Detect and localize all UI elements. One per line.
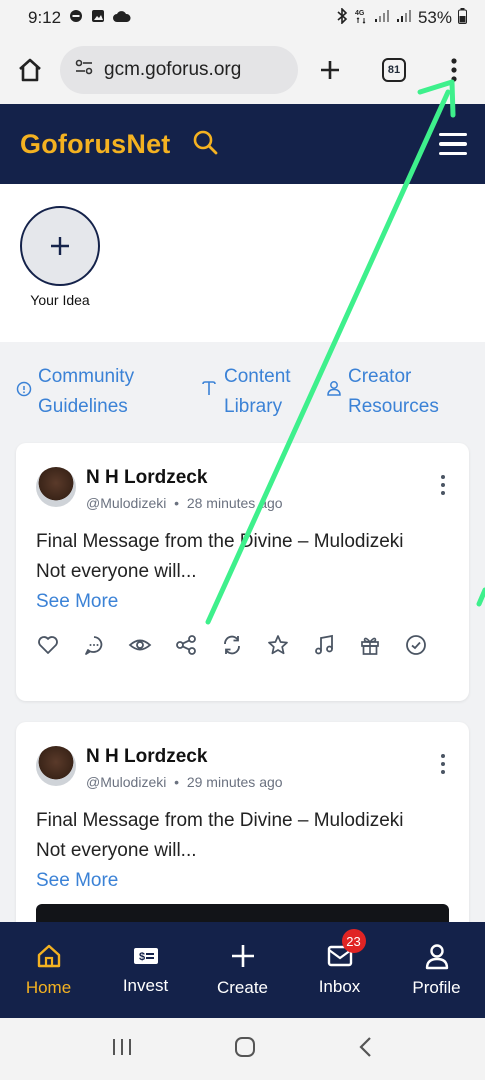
browser-menu-icon[interactable] bbox=[450, 57, 458, 83]
user-icon bbox=[326, 377, 342, 407]
site-header: GoforusNet bbox=[0, 104, 485, 184]
post-handle[interactable]: @Mulodizeki bbox=[86, 774, 166, 790]
tabs-button[interactable]: 81 bbox=[382, 58, 406, 82]
see-more-link[interactable]: See More bbox=[36, 587, 118, 617]
nav-inbox-label: Inbox bbox=[318, 977, 361, 996]
status-time: 9:12 bbox=[28, 8, 62, 27]
check-circle-icon[interactable] bbox=[404, 633, 428, 657]
lte-icon: 4G bbox=[354, 8, 368, 29]
info-icon bbox=[16, 377, 32, 407]
post-handle[interactable]: @Mulodizeki bbox=[86, 495, 166, 511]
creator-resources-link[interactable]: Creator Resources bbox=[326, 362, 439, 422]
new-tab-icon[interactable] bbox=[318, 58, 342, 82]
post-time: 28 minutes ago bbox=[186, 495, 283, 511]
comment-icon[interactable] bbox=[82, 633, 106, 657]
nav-inbox[interactable]: 23 Inbox bbox=[300, 929, 380, 997]
tab-count: 81 bbox=[382, 58, 406, 82]
status-bar: 9:12 4G 53% bbox=[0, 0, 485, 36]
signal-icon-2 bbox=[396, 8, 412, 28]
profile-icon bbox=[425, 944, 448, 970]
repost-icon[interactable] bbox=[220, 633, 244, 657]
post-text: Final Message from the Divine – Mulodize… bbox=[36, 806, 404, 866]
star-icon[interactable] bbox=[266, 633, 290, 657]
post-text: Final Message from the Divine – Mulodize… bbox=[36, 527, 404, 587]
post-meta: @Mulodizeki • 29 minutes ago bbox=[86, 774, 283, 790]
create-icon bbox=[231, 945, 254, 967]
quick-link-line1: Creator bbox=[348, 366, 412, 387]
nav-profile[interactable]: Profile bbox=[397, 942, 477, 998]
bluetooth-icon bbox=[336, 6, 348, 29]
recent-apps-icon[interactable] bbox=[111, 1037, 133, 1062]
post-actions bbox=[36, 633, 428, 657]
add-idea-button[interactable] bbox=[20, 206, 100, 286]
nav-invest-label: Invest bbox=[122, 976, 169, 995]
battery-percent: 53% bbox=[417, 8, 452, 27]
bottom-nav: Home $ Invest Create 23 Inbox Profile bbox=[0, 922, 485, 1018]
home-icon[interactable] bbox=[16, 56, 44, 84]
post-text-line1: Final Message from the Divine – Mulodize… bbox=[36, 531, 404, 552]
share-icon[interactable] bbox=[174, 633, 198, 657]
stories-section: Your Idea bbox=[0, 184, 485, 342]
meta-separator: • bbox=[170, 774, 183, 790]
gift-icon[interactable] bbox=[358, 633, 382, 657]
nav-create[interactable]: Create bbox=[203, 942, 283, 998]
music-icon[interactable] bbox=[312, 633, 336, 657]
nav-invest[interactable]: $ Invest bbox=[106, 944, 186, 996]
address-bar[interactable]: gcm.goforus.org bbox=[60, 46, 298, 94]
site-logo[interactable]: GoforusNet bbox=[20, 129, 171, 160]
nav-home[interactable]: Home bbox=[9, 942, 89, 998]
system-nav-bar bbox=[0, 1018, 485, 1080]
annotation-stroke-fragment bbox=[476, 587, 485, 607]
post-card: N H Lordzeck @Mulodizeki • 28 minutes ag… bbox=[16, 443, 469, 701]
svg-text:4G: 4G bbox=[355, 10, 365, 17]
plus-icon bbox=[51, 237, 69, 255]
post-author[interactable]: N H Lordzeck bbox=[86, 467, 207, 489]
post-options-icon[interactable] bbox=[441, 475, 445, 495]
nav-profile-label: Profile bbox=[412, 978, 461, 997]
post-time: 29 minutes ago bbox=[186, 774, 283, 790]
site-settings-icon[interactable] bbox=[74, 58, 94, 82]
svg-text:$: $ bbox=[139, 951, 145, 963]
meta-separator: • bbox=[170, 495, 183, 511]
invest-icon: $ bbox=[133, 948, 158, 964]
see-more-link[interactable]: See More bbox=[36, 866, 118, 896]
avatar[interactable] bbox=[36, 746, 76, 786]
url-text: gcm.goforus.org bbox=[104, 59, 242, 80]
home-nav-icon bbox=[37, 944, 60, 968]
cloud-icon bbox=[113, 8, 131, 28]
quick-link-line2: Library bbox=[224, 396, 283, 417]
signal-icon-1 bbox=[374, 8, 390, 28]
back-icon[interactable] bbox=[358, 1036, 374, 1063]
community-guidelines-link[interactable]: Community Guidelines bbox=[16, 362, 134, 422]
home-button-icon[interactable] bbox=[234, 1036, 256, 1063]
quick-link-line1: Content bbox=[224, 366, 291, 387]
post-author[interactable]: N H Lordzeck bbox=[86, 746, 207, 768]
post-options-icon[interactable] bbox=[441, 754, 445, 774]
text-icon bbox=[200, 377, 218, 407]
like-icon[interactable] bbox=[36, 633, 60, 657]
nav-create-label: Create bbox=[216, 978, 269, 997]
post-text-line1: Final Message from the Divine – Mulodize… bbox=[36, 810, 404, 831]
nav-home-label: Home bbox=[25, 978, 72, 997]
post-text-line2: Not everyone will... bbox=[36, 840, 197, 861]
quick-link-line2: Resources bbox=[348, 396, 439, 417]
quick-link-line1: Community bbox=[38, 366, 135, 387]
add-idea-label: Your Idea bbox=[30, 292, 90, 308]
gallery-icon bbox=[91, 8, 105, 28]
post-text-line2: Not everyone will... bbox=[36, 561, 197, 582]
post-meta: @Mulodizeki • 28 minutes ago bbox=[86, 495, 283, 511]
search-icon[interactable] bbox=[191, 128, 219, 161]
views-icon[interactable] bbox=[128, 633, 152, 657]
battery-icon bbox=[458, 7, 467, 29]
quick-links: Community Guidelines Content Library Cre… bbox=[0, 362, 485, 422]
menu-icon[interactable] bbox=[439, 132, 467, 156]
browser-toolbar: gcm.goforus.org 81 bbox=[0, 36, 485, 104]
content-library-link[interactable]: Content Library bbox=[200, 362, 291, 422]
inbox-badge: 23 bbox=[341, 929, 366, 953]
dnd-icon bbox=[69, 8, 83, 28]
quick-link-line2: Guidelines bbox=[38, 396, 128, 417]
avatar[interactable] bbox=[36, 467, 76, 507]
